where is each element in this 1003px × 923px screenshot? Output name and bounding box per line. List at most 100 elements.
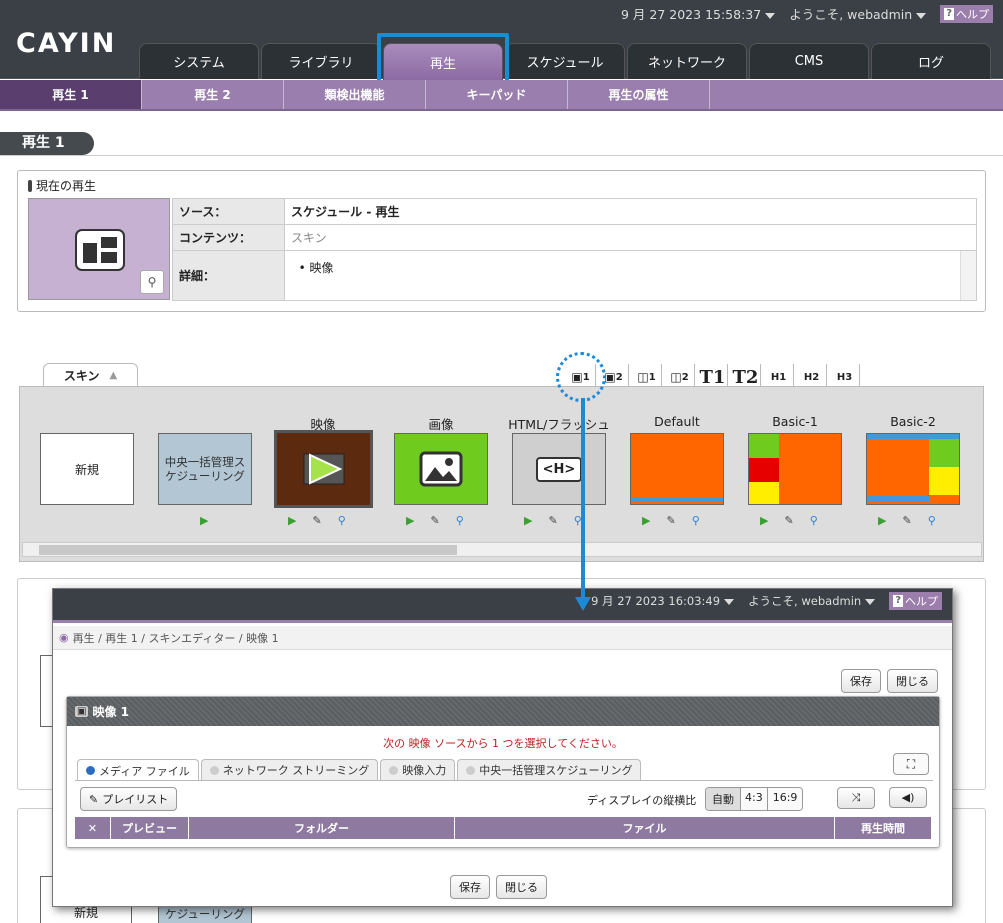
skin-item-central[interactable]: 中央一括管理スケジューリング [158,433,252,505]
detail-scrollbar[interactable] [960,251,976,300]
play-icon[interactable]: ▶ [642,514,650,527]
main-tabs: システム ライブラリ 再生 スケジュール ネットワーク CMS ログ [139,43,991,80]
aspect-16-9[interactable]: 16:9 [767,788,803,810]
skin-layout-icon [75,229,125,271]
title-divider [0,155,1003,156]
search-icon[interactable]: ⚲ [456,514,464,527]
tab-network-streaming[interactable]: ネットワーク ストリーミング [200,759,379,780]
zoom-button[interactable]: ⚲ [140,270,164,294]
tab-central-scheduling[interactable]: 中央一括管理スケジューリング [457,759,642,780]
editor-panel-header: ▣ 映像 1 [67,697,939,726]
app-header: 9 月 27 2023 15:58:37 ようこそ, webadmin ? ヘルプ… [0,0,1003,80]
item-label-basic2: Basic-2 [890,414,936,429]
subnav-detection[interactable]: 類検出機能 [284,80,426,109]
popup-header: 9 月 27 2023 16:03:49 ようこそ, webadmin ? ヘルプ [53,589,952,623]
edit-icon: ✎ [89,792,99,806]
instruction-text: 次の 映像 ソースから 1 つを選択してください。 [383,737,623,750]
annotation-arrow-head [575,597,591,611]
fullscreen-icon: ⛶ [906,756,916,771]
search-icon[interactable]: ⚲ [338,514,346,527]
skin-tab[interactable]: スキン ▲ [43,363,138,387]
tab-cms[interactable]: CMS [749,43,869,79]
play-icon[interactable]: ▶ [760,514,768,527]
top-status-bar: 9 月 27 2023 15:58:37 ようこそ, webadmin ? ヘルプ [621,4,993,23]
shuffle-button[interactable]: ⤨ [837,787,875,809]
datetime-dropdown[interactable]: 9 月 27 2023 15:58:37 [621,4,776,23]
play-icon[interactable]: ▶ [878,514,886,527]
edit-icon[interactable]: ✎ [430,514,439,527]
edit-icon[interactable]: ✎ [312,514,321,527]
skin-item-image[interactable] [394,433,488,505]
search-icon: ⚲ [147,275,157,289]
tab-library[interactable]: ライブラリ [261,43,381,79]
chevron-down-icon [765,12,776,19]
tab-schedule[interactable]: スケジュール [505,43,625,79]
popup-user-dropdown[interactable]: ようこそ, webadmin [748,593,876,609]
tab-system[interactable]: システム [139,43,259,79]
subnav-attributes[interactable]: 再生の属性 [568,80,710,109]
chevron-down-icon [724,598,735,605]
chevron-up-icon: ▲ [109,370,118,381]
skin-item-basic2[interactable] [866,433,960,505]
gallery-scrollbar[interactable] [22,542,982,557]
page-title: 再生 1 [0,132,94,155]
aspect-ratio-group: 自動 4:3 16:9 [705,787,804,811]
skin-item-html[interactable]: <H> [512,433,606,505]
subnav-playback-2[interactable]: 再生 2 [142,80,284,109]
play-icon[interactable]: ▶ [200,514,208,527]
video-icon: ▣ [75,706,89,717]
edit-icon[interactable]: ✎ [666,514,675,527]
tab-network[interactable]: ネットワーク [627,43,747,79]
search-icon[interactable]: ⚲ [810,514,818,527]
sub-navigation: 再生 1 再生 2 類検出機能 キーパッド 再生の属性 [0,80,1003,111]
help-button[interactable]: ? ヘルプ [940,4,993,23]
video-editor-panel: ▣ 映像 1 次の 映像 ソースから 1 つを選択してください。 ⛶ メディア … [66,696,940,848]
bottom-save-button[interactable]: 保存 [450,875,490,899]
popup-help-button[interactable]: ? ヘルプ [889,592,942,610]
popup-datetime-dropdown[interactable]: 9 月 27 2023 16:03:49 [591,593,735,609]
source-tabs: メディア ファイル ネットワーク ストリーミング 映像入力 中央一括管理スケジュ… [77,759,642,781]
chevron-down-icon [916,12,927,19]
aspect-4-3[interactable]: 4:3 [741,788,768,810]
tab-media-file[interactable]: メディア ファイル [77,759,199,781]
current-info-table: ソース： スケジュール - 再生 コンテンツ： スキン 詳細： • 映像 [172,198,977,301]
tab-video-input[interactable]: 映像入力 [380,759,456,780]
subnav-keypad[interactable]: キーパッド [426,80,568,109]
help-icon: ? [893,595,903,607]
aspect-label: ディスプレイの縦横比 [587,794,697,807]
tab-log[interactable]: ログ [871,43,991,79]
annotation-circle [556,352,606,402]
tab-playback[interactable]: 再生 [383,43,503,80]
play-icon[interactable]: ▶ [524,514,532,527]
edit-icon[interactable]: ✎ [548,514,557,527]
aspect-auto[interactable]: 自動 [706,788,741,810]
edit-icon[interactable]: ✎ [784,514,793,527]
fullscreen-button[interactable]: ⛶ [893,753,929,775]
play-icon[interactable]: ▶ [288,514,296,527]
breadcrumb: ◉ 再生 / 再生 1 / スキンエディター / 映像 1 [53,626,952,650]
skin-item-default[interactable] [630,433,724,505]
skin-item-new[interactable]: 新規 [40,433,134,505]
play-icon[interactable]: ▶ [406,514,414,527]
volume-button[interactable]: ◀) [889,787,927,808]
shuffle-icon: ⤨ [851,791,861,804]
save-button[interactable]: 保存 [841,669,881,693]
subnav-playback-1[interactable]: 再生 1 [0,80,142,109]
help-icon: ? [944,7,954,20]
volume-icon: ◀) [901,791,915,804]
close-button[interactable]: 閉じる [887,669,938,693]
current-thumbnail: ⚲ [28,198,170,300]
edit-icon[interactable]: ✎ [902,514,911,527]
bottom-close-button[interactable]: 閉じる [496,875,547,899]
playlist-button[interactable]: ✎ プレイリスト [80,787,178,811]
item-label-image: 画像 [428,417,454,432]
user-dropdown[interactable]: ようこそ, webadmin [789,4,927,23]
skin-item-video[interactable] [274,430,373,508]
annotation-arrow [581,398,585,598]
bullet-icon: ◉ [59,631,69,644]
clear-icon[interactable]: ✕ [75,817,111,839]
item-label-html: HTML/フラッシュ [508,417,610,432]
search-icon[interactable]: ⚲ [692,514,700,527]
skin-item-basic1[interactable] [748,433,842,505]
search-icon[interactable]: ⚲ [928,514,936,527]
